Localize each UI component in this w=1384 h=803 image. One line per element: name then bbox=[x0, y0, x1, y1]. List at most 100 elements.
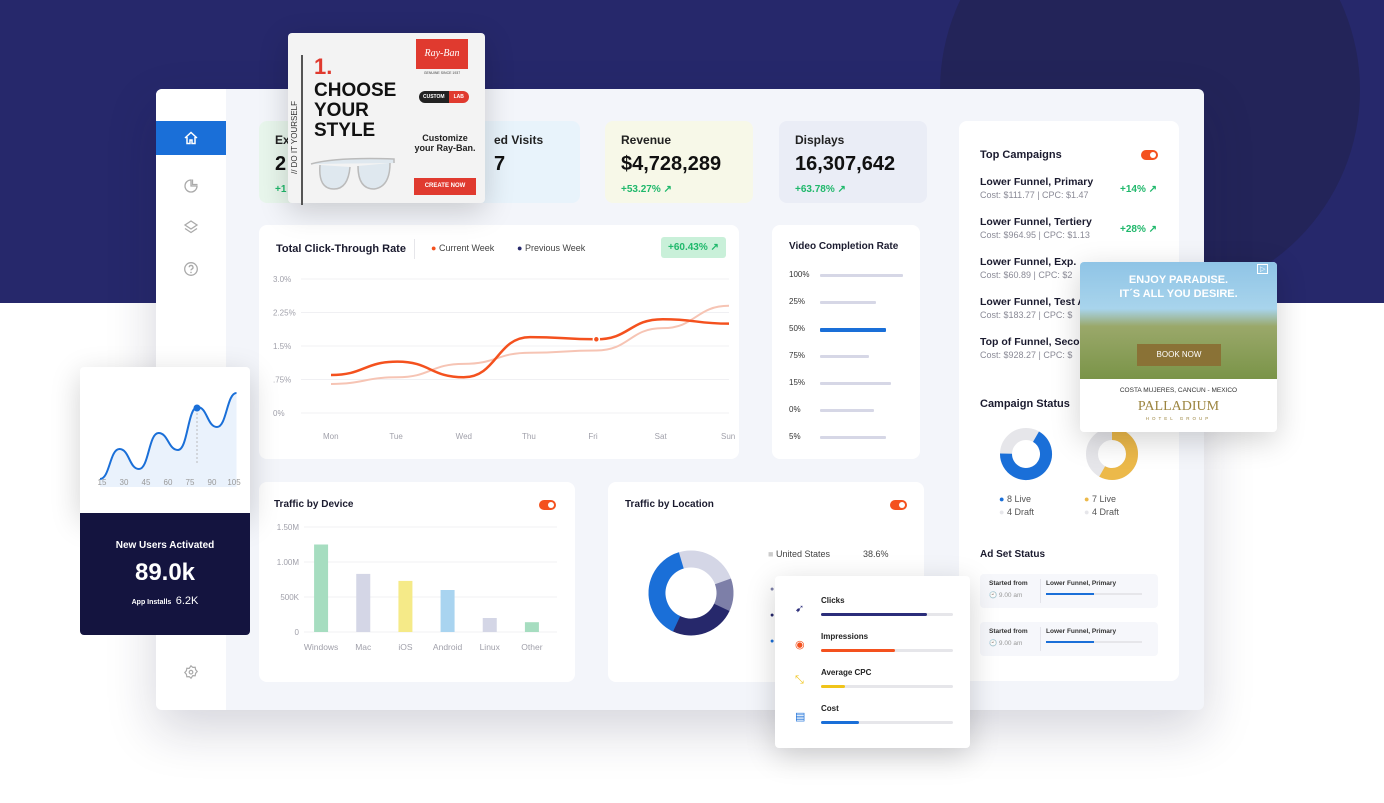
y-tick-label: 0% bbox=[273, 409, 285, 418]
sidebar-item-reports[interactable] bbox=[156, 169, 226, 203]
ctr-chart: 3.0% 2.25% 1.5% .75% 0% Mon Tue Wed Thu Fri Sat Sun bbox=[273, 275, 735, 441]
campaign-change: +14% ↗ bbox=[1119, 184, 1157, 195]
hover-point bbox=[193, 404, 201, 412]
metric-label: Clicks bbox=[821, 596, 845, 605]
vcr-label: 5% bbox=[789, 432, 801, 441]
draft-count: 4 Draft bbox=[1091, 507, 1119, 517]
data-point bbox=[592, 335, 601, 344]
metric-row: ➹ Clicks bbox=[775, 596, 970, 628]
vcr-label: 15% bbox=[789, 378, 806, 387]
app-installs: App Installs 6.2K bbox=[80, 591, 250, 609]
location-label: United States bbox=[775, 549, 830, 559]
y-tick-label: 1.00M bbox=[277, 558, 300, 567]
campaign-item[interactable]: Lower Funnel, Tertiery Cost: $964.95 | CP… bbox=[980, 216, 1165, 240]
campaign-item[interactable]: Lower Funnel, Primary Cost: $111.77 | CPC… bbox=[980, 176, 1165, 200]
adset-progress bbox=[1046, 641, 1142, 643]
settings-icon bbox=[183, 664, 199, 680]
adset-time: 🕘 9.00 am bbox=[989, 640, 1023, 647]
live-count: 7 Live bbox=[1091, 494, 1116, 504]
device-bar bbox=[398, 580, 413, 632]
vcr-title: Video Completion Rate bbox=[789, 241, 899, 252]
metrics-card: ➹ Clicks ◉ Impressions ⤡ Average CPC ▤ Cost bbox=[775, 576, 970, 748]
ad-divider bbox=[301, 55, 303, 205]
rayban-ad[interactable]: // DO IT YOURSELF 1. CHOOSE YOUR STYLE R… bbox=[288, 33, 485, 205]
vcr-bar bbox=[820, 301, 876, 304]
custom-label: CUSTOM bbox=[419, 91, 449, 103]
location-title: Traffic by Location bbox=[625, 499, 714, 510]
adchoices-icon[interactable]: ▷ bbox=[1257, 264, 1269, 274]
sidebar-item-settings[interactable] bbox=[156, 655, 226, 689]
kpi-label: Revenue bbox=[621, 133, 672, 147]
vcr-label: 50% bbox=[789, 324, 806, 333]
y-tick-label: 2.25% bbox=[273, 309, 296, 318]
x-tick-label: 60 bbox=[164, 478, 173, 487]
book-now-button[interactable]: BOOK NOW bbox=[1137, 344, 1221, 366]
campaign-status-title: Campaign Status bbox=[980, 398, 1070, 410]
x-tick-label: 105 bbox=[227, 478, 241, 487]
device-bar bbox=[482, 618, 497, 632]
adset-row[interactable]: Started from 🕘 9.00 am Lower Funnel, Prima… bbox=[980, 622, 1158, 656]
adset-started: Started from bbox=[989, 628, 1028, 635]
y-tick-label: .75% bbox=[273, 376, 291, 385]
vcr-label: 75% bbox=[789, 351, 806, 360]
ad-headline: ENJOY PARADISE. IT´S ALL YOU DESIRE. bbox=[1080, 273, 1277, 301]
metric-label: Impressions bbox=[821, 632, 869, 641]
eye-icon: ◉ bbox=[795, 639, 805, 651]
campaigns-toggle[interactable] bbox=[1141, 150, 1158, 160]
kpi-change: +53.27% ↗ bbox=[621, 184, 737, 195]
metric-row: ⤡ Average CPC bbox=[775, 668, 970, 700]
device-bar bbox=[356, 573, 371, 632]
location-value: 38.6% bbox=[863, 549, 889, 559]
x-tick-label: Linux bbox=[480, 642, 501, 652]
x-tick-label: Tue bbox=[389, 432, 403, 441]
kpi-change: +63.78% ↗ bbox=[795, 184, 911, 195]
kpi-change-value: +53.27% bbox=[621, 184, 661, 195]
ad-location: COSTA MUJERES, CANCUN - MEXICO bbox=[1119, 387, 1238, 394]
vcr-label: 0% bbox=[789, 405, 801, 414]
x-tick-label: Thu bbox=[522, 432, 536, 441]
location-dots: ● ● ● bbox=[770, 586, 775, 645]
ad-side-text: // DO IT YOURSELF bbox=[290, 100, 300, 175]
metric-label: Cost bbox=[821, 704, 839, 713]
vcr-bar bbox=[820, 382, 892, 385]
adset-name: Lower Funnel, Primary bbox=[1046, 628, 1117, 635]
y-tick-label: 1.5% bbox=[273, 342, 291, 351]
device-bar bbox=[524, 622, 539, 632]
adset-started: Started from bbox=[989, 580, 1028, 587]
vcr-label: 100% bbox=[789, 270, 810, 279]
vcr-card: Video Completion Rate 100% 25% 50% 75% 15% 0%… bbox=[772, 225, 920, 459]
x-tick-label: 30 bbox=[120, 478, 129, 487]
adset-row[interactable]: Started from 🕘 9.00 am Lower Funnel, Prima… bbox=[980, 574, 1158, 608]
installs-label: App Installs bbox=[131, 599, 172, 606]
sidebar-item-home[interactable] bbox=[156, 121, 226, 155]
metric-progress bbox=[821, 721, 953, 724]
ad-copy: Customize your Ray-Ban. bbox=[414, 133, 476, 153]
create-now-button[interactable]: CREATE NOW bbox=[414, 178, 476, 195]
trend-up-icon: ↗ bbox=[837, 184, 846, 195]
rayban-logo: Ray-Ban bbox=[416, 39, 468, 69]
campaigns-title: Top Campaigns bbox=[980, 149, 1062, 161]
y-tick-label: 0 bbox=[295, 628, 300, 637]
status-legend-b: ● 7 Live ● 4 Draft bbox=[1084, 494, 1119, 517]
vcr-bar bbox=[820, 355, 869, 358]
device-card: Traffic by Device 1.50M 1.00M 500K 0 Windows… bbox=[259, 482, 575, 682]
palladium-ad[interactable]: ENJOY PARADISE. IT´S ALL YOU DESIRE. ▷ B… bbox=[1080, 262, 1277, 432]
sidebar-item-help[interactable] bbox=[156, 252, 226, 286]
draft-count: 4 Draft bbox=[1006, 507, 1034, 517]
x-tick-label: 90 bbox=[208, 478, 217, 487]
adset-title: Ad Set Status bbox=[980, 549, 1046, 560]
location-donut bbox=[648, 550, 734, 636]
new-users-card: New Users Activated 89.0k App Installs 6… bbox=[80, 513, 250, 635]
sidebar-item-layers[interactable] bbox=[156, 210, 226, 244]
vcr-bar bbox=[820, 436, 887, 439]
adset-time: 🕘 9.00 am bbox=[989, 592, 1023, 599]
custom-lab-badge: CUSTOM LAB bbox=[419, 91, 469, 103]
location-toggle[interactable] bbox=[890, 500, 907, 510]
users-chart-card: 15 30 45 60 75 90 105 bbox=[80, 367, 250, 514]
chart-icon: ⤡ bbox=[795, 674, 804, 686]
adset-name: Lower Funnel, Primary bbox=[1046, 580, 1117, 587]
divider bbox=[1040, 627, 1041, 651]
metric-progress bbox=[821, 613, 953, 616]
x-tick-label: Sun bbox=[721, 432, 735, 441]
campaign-change: +28% ↗ bbox=[1119, 224, 1157, 235]
